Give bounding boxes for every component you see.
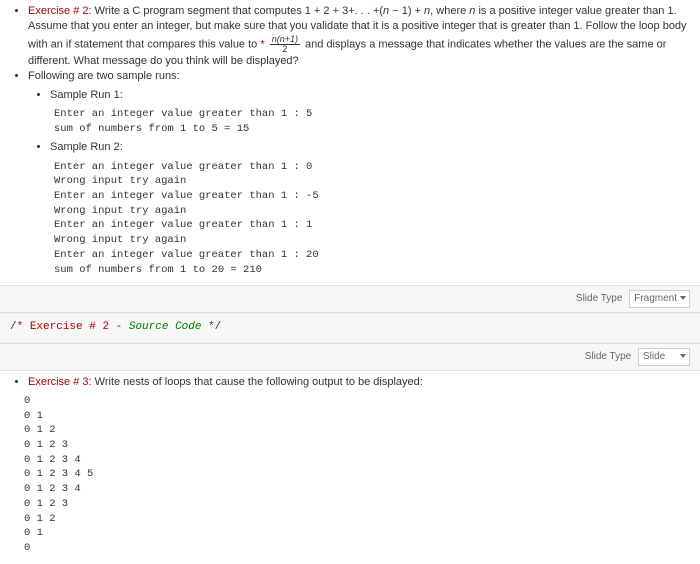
slide-type-bar-2: Slide Type Slide [0, 343, 700, 371]
code-cell[interactable]: /* Exercise # 2 - Source Code */ [0, 313, 700, 342]
ex2-text-3: , where [430, 5, 469, 17]
ex3-item: Exercise # 3: Write nests of loops that … [28, 375, 690, 390]
code-end: */ [201, 321, 221, 333]
slide-type-label: Slide Type [576, 293, 623, 304]
ex2-label: Exercise # 2: [28, 5, 92, 17]
fraction: n(n+1) 2 [270, 35, 300, 54]
fraction-den: 2 [270, 45, 300, 54]
ex2-star: * [260, 38, 264, 50]
ex3-text: Write nests of loops that cause the foll… [95, 376, 423, 388]
ex3-output: 0 0 1 0 1 2 0 1 2 3 0 1 2 3 4 0 1 2 3 4 … [24, 394, 690, 556]
code-comment-start: / [10, 321, 17, 333]
ex2-item: Exercise # 2: Write a C program segment … [28, 4, 690, 69]
ex3-label: Exercise # 3: [28, 376, 92, 388]
exercise-3-block: Exercise # 3: Write nests of loops that … [0, 371, 700, 564]
slide-type-select-slide[interactable]: Slide [638, 348, 690, 366]
code-sep: - [109, 321, 129, 333]
sample-run-1-label: Sample Run 1: [50, 88, 690, 103]
exercise-2-block: Exercise # 2: Write a C program segment … [0, 0, 700, 285]
ex2-text-1: Write a C program segment that computes … [95, 5, 383, 17]
slide-type-bar-1: Slide Type Fragment [0, 285, 700, 313]
code-star: * [17, 321, 24, 333]
code-ex-label: Exercise # 2 [30, 321, 109, 333]
sample-runs-header: Following are two sample runs: [28, 70, 180, 82]
slide-type-select-fragment[interactable]: Fragment [629, 290, 690, 308]
slide-type-label-2: Slide Type [585, 351, 632, 362]
sample-run-1-output: Enter an integer value greater than 1 : … [54, 107, 690, 136]
ex2-text-2: − 1) + [389, 5, 424, 17]
sample-run-2-label: Sample Run 2: [50, 140, 690, 155]
sample-runs-item: Following are two sample runs: Sample Ru… [28, 69, 690, 277]
code-source: Source Code [129, 321, 202, 333]
sample-run-2-output: Enter an integer value greater than 1 : … [54, 160, 690, 278]
